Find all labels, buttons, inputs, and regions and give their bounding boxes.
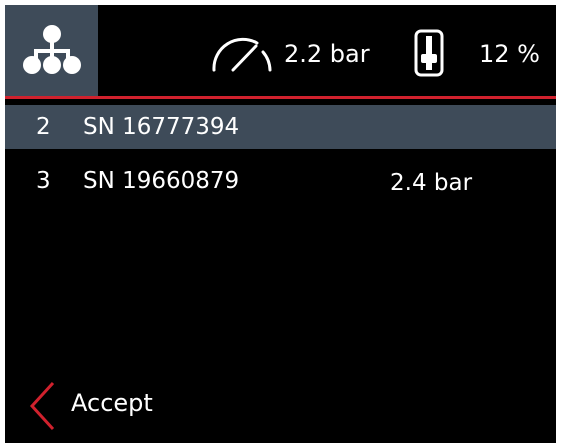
level-indicator-icon xyxy=(414,29,444,77)
device-index: 3 xyxy=(36,168,51,194)
list-item[interactable]: 3 SN 19660879 2.4 bar xyxy=(5,159,556,203)
header-divider xyxy=(5,96,556,99)
device-serial: SN 16777394 xyxy=(83,114,240,140)
device-serial: SN 19660879 xyxy=(83,168,240,194)
pressure-value: 2.2 bar xyxy=(284,40,370,68)
level-value: 12 % xyxy=(479,40,540,68)
chevron-left-icon xyxy=(29,381,55,431)
accept-button[interactable]: Accept xyxy=(5,375,225,435)
device-screen: 2.2 bar 12 % 2 SN 16777394 3 SN 19660879… xyxy=(5,5,556,443)
list-item[interactable]: 2 SN 16777394 xyxy=(5,105,556,149)
accept-label: Accept xyxy=(71,389,153,417)
device-list: 2 SN 16777394 3 SN 19660879 2.4 bar xyxy=(5,105,556,203)
status-header: 2.2 bar 12 % xyxy=(5,5,556,99)
device-index: 2 xyxy=(36,114,51,140)
network-nodes-icon xyxy=(23,25,81,74)
pressure-gauge-icon xyxy=(212,37,272,72)
menu-button[interactable] xyxy=(5,5,98,97)
device-reading: 2.4 bar xyxy=(390,170,473,196)
